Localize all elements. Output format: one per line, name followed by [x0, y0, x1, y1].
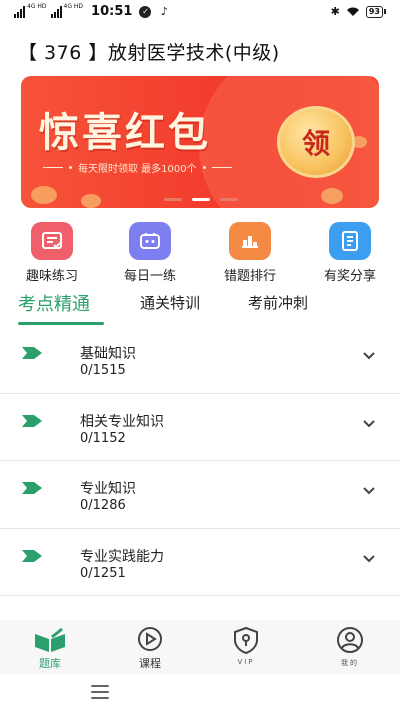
promo-banner[interactable]: 惊喜红包 每天限时领取 最多1000个 领 [21, 76, 379, 208]
action-label: 每日一练 [123, 269, 176, 284]
flag-icon [22, 549, 42, 562]
battery-level: 93 [365, 5, 383, 18]
action-share-reward[interactable]: 有奖分享 [310, 222, 390, 284]
nav-label: 课程 [139, 657, 161, 670]
shield-lock-icon [234, 626, 258, 654]
subject-name: 专业实践能力 [80, 548, 164, 565]
status-right: ✱ 93 [331, 5, 386, 18]
pager-dot[interactable] [164, 198, 182, 201]
signal-icon [14, 5, 25, 18]
daily-practice-icon [129, 222, 171, 260]
book-icon [35, 627, 65, 652]
notification-icon: ✓ [139, 5, 152, 18]
subject-list: 基础知识 0/1515 相关专业知识 0/1152 专业知识 0/1286 专业… [0, 326, 400, 596]
banner-headline: 惊喜红包 [39, 110, 211, 156]
subject-progress: 0/1515 [80, 363, 126, 378]
menu-icon[interactable] [91, 685, 109, 699]
flag-icon [22, 482, 42, 494]
page-title: 【 376 】放射医学技术(中级) [18, 42, 280, 64]
nav-vip[interactable]: VIP [216, 626, 276, 666]
nav-label: 我的 [341, 659, 359, 667]
flag-icon [22, 347, 42, 359]
subject-name: 专业知识 [80, 481, 136, 497]
claim-badge[interactable]: 领 [277, 106, 355, 178]
action-label: 趣味练习 [25, 269, 78, 284]
tab-special-training[interactable]: 通关特训 [140, 292, 200, 313]
banner-pager [164, 198, 238, 201]
pager-dot-active[interactable] [192, 198, 210, 201]
action-label: 错题排行 [223, 269, 276, 284]
claim-badge-label: 领 [301, 127, 330, 160]
status-time: 10:51 [91, 4, 133, 19]
list-item[interactable]: 基础知识 0/1515 [0, 326, 400, 394]
network-label-2: 4G HD [63, 2, 84, 10]
chevron-down-icon[interactable] [362, 486, 376, 496]
action-label: 有奖分享 [323, 269, 376, 284]
signal-icon-2 [50, 5, 62, 18]
bottom-nav: 题库 课程 VIP 我的 [0, 620, 400, 674]
nav-question-bank[interactable]: 题库 [20, 626, 80, 671]
play-icon [138, 627, 162, 651]
nav-label: 题库 [39, 657, 61, 670]
list-item[interactable]: 专业实践能力 0/1251 [0, 529, 400, 596]
chevron-down-icon[interactable] [362, 351, 376, 361]
bluetooth-icon: ✱ [330, 5, 340, 18]
action-mistake-ranking[interactable]: 错题排行 [210, 222, 290, 284]
tab-final-sprint[interactable]: 考前冲刺 [248, 292, 308, 313]
subject-progress: 0/1251 [80, 565, 126, 581]
share-reward-icon [329, 222, 371, 260]
mistake-ranking-icon [229, 222, 271, 260]
chevron-down-icon[interactable] [362, 419, 376, 429]
tab-underline [18, 322, 104, 325]
user-icon [337, 627, 363, 653]
banner-subtitle: 每天限时领取 最多1000个 [78, 164, 197, 175]
nav-label: VIP [237, 658, 255, 666]
quick-actions: 趣味练习 每日一练 错题排行 有奖分享 [0, 222, 400, 284]
subject-progress: 0/1286 [80, 498, 126, 513]
tab-mastery[interactable]: 考点精通 [18, 290, 90, 316]
banner-subtitle-row: 每天限时领取 最多1000个 [43, 160, 232, 175]
tiktok-icon: ♪ [160, 4, 168, 18]
list-item[interactable]: 相关专业知识 0/1152 [0, 394, 400, 461]
wifi-icon [346, 7, 359, 16]
nav-courses[interactable]: 课程 [120, 626, 180, 671]
action-daily-practice[interactable]: 每日一练 [110, 222, 190, 284]
chevron-down-icon[interactable] [362, 554, 376, 564]
battery-icon: 93 [365, 5, 386, 18]
subject-progress: 0/1152 [80, 430, 126, 446]
system-nav-bar [0, 674, 400, 711]
pager-dot[interactable] [220, 198, 238, 201]
nav-profile[interactable]: 我的 [320, 626, 380, 668]
status-bar: 4G HD 4G HD 10:51 ✓ ♪ ✱ 93 [0, 0, 400, 26]
fun-practice-icon [31, 222, 73, 260]
network-label-1: 4G HD [27, 2, 47, 10]
action-fun-practice[interactable]: 趣味练习 [12, 222, 92, 284]
status-left: 4G HD 4G HD 10:51 ✓ ♪ [14, 2, 170, 19]
tab-bar: 考点精通 通关特训 考前冲刺 [0, 290, 400, 330]
subject-name: 相关专业知识 [80, 413, 164, 430]
subject-name: 基础知识 [80, 346, 136, 362]
flag-icon [22, 414, 42, 427]
list-item[interactable]: 专业知识 0/1286 [0, 461, 400, 529]
